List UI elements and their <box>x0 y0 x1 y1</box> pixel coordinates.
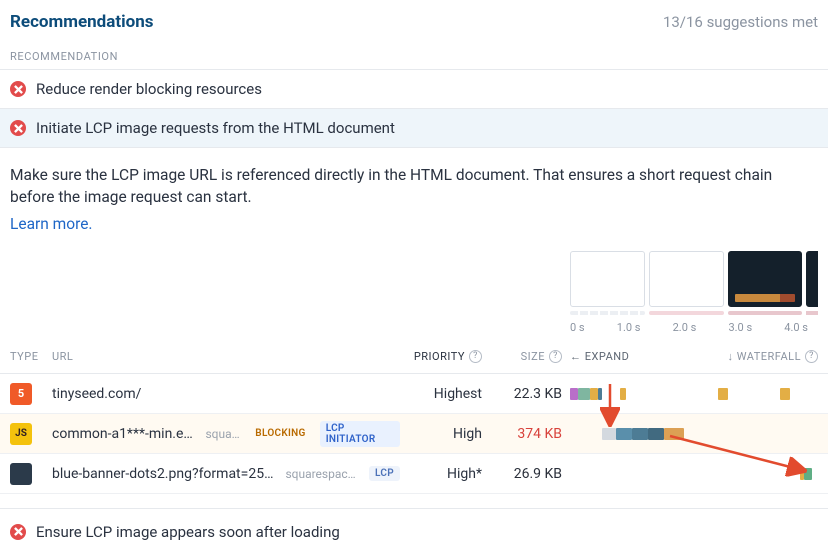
table-row[interactable]: blue-banner-dots2.png?format=2500w squar… <box>0 454 828 494</box>
recommendation-text: Initiate LCP image requests from the HTM… <box>36 119 395 137</box>
size-value: 22.3 KB <box>490 386 570 402</box>
recommendation-row[interactable]: Reduce render blocking resources <box>0 70 828 109</box>
help-icon[interactable]: ? <box>805 350 818 363</box>
filmstrip-frame[interactable] <box>728 251 803 307</box>
filmstrip <box>0 241 828 315</box>
recommendation-row-selected[interactable]: Initiate LCP image requests from the HTM… <box>0 109 828 148</box>
col-url[interactable]: URL <box>52 350 400 363</box>
filmstrip-frame[interactable] <box>649 251 724 307</box>
size-value: 374 KB <box>490 426 570 442</box>
table-header: TYPE URL PRIORITY ? SIZE ? ← EXPAND ↓ WA… <box>0 340 828 374</box>
expand-button[interactable]: ← EXPAND <box>570 350 629 363</box>
col-type[interactable]: TYPE <box>10 350 52 363</box>
request-host: squar… <box>205 427 241 441</box>
axis-tick: 1.0 s <box>617 321 641 334</box>
priority-value: High <box>400 426 490 442</box>
panel-title: Recommendations <box>10 12 153 32</box>
recommendation-row[interactable]: Ensure LCP image appears soon after load… <box>0 508 828 551</box>
section-label: RECOMMENDATION <box>0 42 828 70</box>
tag-lcp: LCP <box>369 466 400 481</box>
status-fail-icon <box>10 81 26 97</box>
col-priority[interactable]: PRIORITY ? <box>400 350 490 363</box>
filmstrip-frame[interactable] <box>570 251 645 307</box>
tag-lcp-initiator: LCP INITIATOR <box>320 421 400 447</box>
priority-value: Highest <box>400 386 490 402</box>
type-badge-js: JS <box>10 423 32 445</box>
waterfall-region: 5 tinyseed.com/ Highest 22.3 KB JS commo… <box>0 374 828 494</box>
table-row[interactable]: JS common-a1***-min.en-… squar… BLOCKING… <box>0 414 828 454</box>
recommendation-text: Ensure LCP image appears soon after load… <box>36 523 340 541</box>
help-icon[interactable]: ? <box>549 350 562 363</box>
recommendation-detail: Make sure the LCP image URL is reference… <box>0 148 828 241</box>
recommendations-panel: Recommendations 13/16 suggestions met RE… <box>0 0 828 551</box>
request-host: squarespace-… <box>285 467 361 481</box>
suggestions-met: 13/16 suggestions met <box>663 13 818 31</box>
axis-tick: 4.0 s <box>784 321 808 334</box>
table-row[interactable]: 5 tinyseed.com/ Highest 22.3 KB <box>0 374 828 414</box>
learn-more-link[interactable]: Learn more. <box>10 215 93 233</box>
type-badge-img <box>10 463 32 485</box>
waterfall-cell[interactable] <box>570 374 818 414</box>
waterfall-cell[interactable] <box>570 454 818 494</box>
axis-tick: 0 s <box>570 321 585 334</box>
tag-blocking: BLOCKING <box>249 426 311 441</box>
col-size[interactable]: SIZE ? <box>490 350 570 363</box>
waterfall-cell[interactable] <box>570 414 818 454</box>
status-fail-icon <box>10 524 26 540</box>
request-url: tinyseed.com/ <box>52 386 141 402</box>
request-url: common-a1***-min.en-… <box>52 426 197 442</box>
filmstrip-frame[interactable] <box>806 251 818 307</box>
detail-text: Make sure the LCP image URL is reference… <box>10 164 818 209</box>
priority-value: High* <box>400 466 490 482</box>
col-waterfall: ← EXPAND ↓ WATERFALL ? <box>570 350 818 363</box>
help-icon[interactable]: ? <box>469 350 482 363</box>
axis-tick: 3.0 s <box>728 321 752 334</box>
type-badge-html: 5 <box>10 383 32 405</box>
status-fail-icon <box>10 120 26 136</box>
time-axis: 0 s 1.0 s 2.0 s 3.0 s 4.0 s <box>570 315 818 340</box>
recommendation-text: Reduce render blocking resources <box>36 80 262 98</box>
waterfall-sort[interactable]: ↓ WATERFALL ? <box>727 350 818 363</box>
size-value: 26.9 KB <box>490 466 570 482</box>
panel-header: Recommendations 13/16 suggestions met <box>0 0 828 42</box>
axis-tick: 2.0 s <box>673 321 697 334</box>
request-url: blue-banner-dots2.png?format=2500w <box>52 466 277 482</box>
